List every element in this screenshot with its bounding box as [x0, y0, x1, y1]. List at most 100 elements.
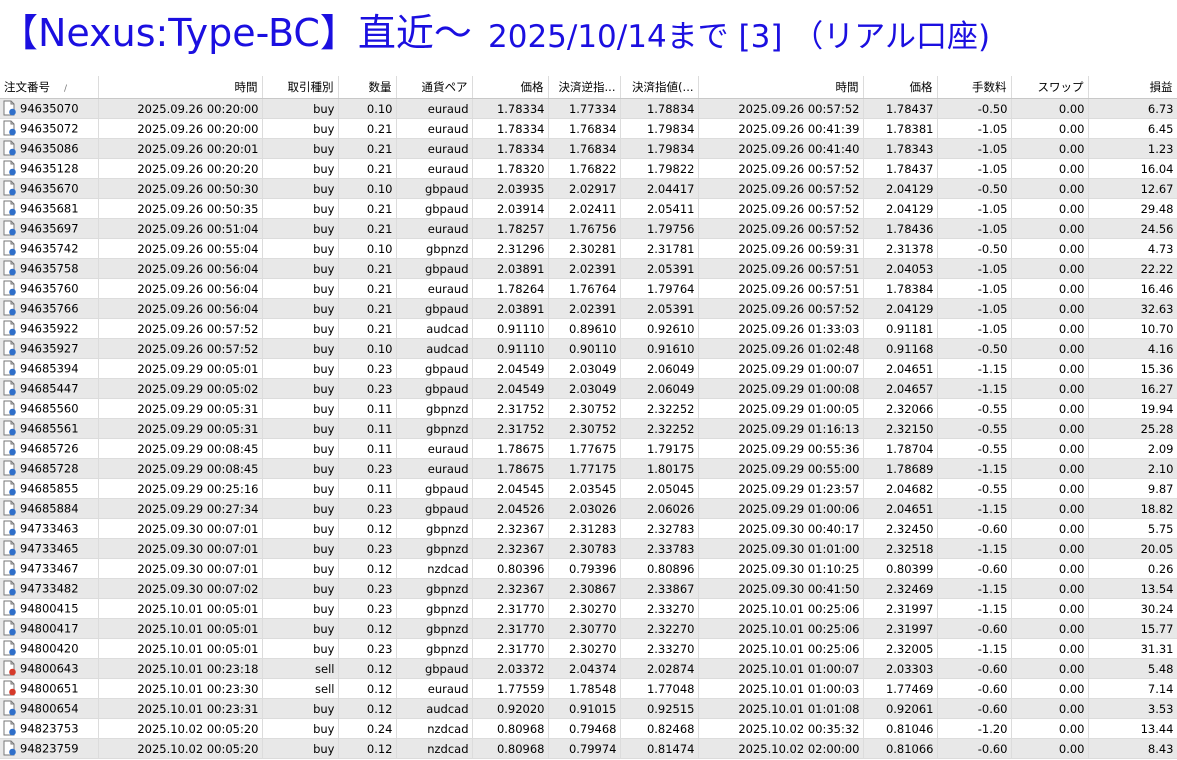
table-row[interactable]: 94685560 2025.09.29 00:05:31 buy 0.11 gbpnzd… — [0, 398, 1177, 419]
table-row[interactable]: 94800643 2025.10.01 00:23:18 sell 0.12 gbpau… — [0, 658, 1177, 679]
cell-swap: 0.00 — [1011, 578, 1089, 599]
table-row[interactable]: 94733482 2025.09.30 00:07:02 buy 0.23 gbpnzd… — [0, 578, 1177, 599]
cell-type: buy — [262, 598, 339, 619]
cell-type: buy — [262, 578, 339, 599]
column-header-open-time[interactable]: 時間 — [98, 76, 263, 99]
cell-open-time: 2025.10.01 00:05:01 — [98, 638, 263, 659]
cell-order-id: 94685728 — [0, 458, 99, 479]
cell-close-price: 1.78704 — [863, 438, 938, 459]
table-row[interactable]: 94635072 2025.09.26 00:20:00 buy 0.21 euraud… — [0, 118, 1177, 139]
table-row[interactable]: 94635922 2025.09.26 00:57:52 buy 0.21 audcad… — [0, 318, 1177, 339]
buy-order-icon — [2, 260, 17, 276]
table-row[interactable]: 94733467 2025.09.30 00:07:01 buy 0.12 nzdcad… — [0, 558, 1177, 579]
cell-open-time: 2025.10.01 00:05:01 — [98, 618, 263, 639]
cell-open-price: 1.78320 — [472, 158, 549, 179]
column-header-type[interactable]: 取引種別 — [262, 76, 339, 99]
cell-order-id: 94800643 — [0, 658, 99, 679]
cell-take-profit: 1.78834 — [620, 98, 699, 119]
table-row[interactable]: 94800417 2025.10.01 00:05:01 buy 0.12 gbpnzd… — [0, 618, 1177, 639]
cell-commission: -0.55 — [937, 478, 1012, 499]
table-row[interactable]: 94685394 2025.09.29 00:05:01 buy 0.23 gbpaud… — [0, 358, 1177, 379]
column-header-volume[interactable]: 数量 — [338, 76, 397, 99]
table-row[interactable]: 94823753 2025.10.02 00:05:20 buy 0.24 nzdcad… — [0, 718, 1177, 739]
column-header-order-id[interactable]: 注文番号 / — [0, 76, 99, 99]
cell-take-profit: 1.79834 — [620, 138, 699, 159]
cell-close-price: 1.78343 — [863, 138, 938, 159]
cell-open-price: 2.31752 — [472, 418, 549, 439]
table-row[interactable]: 94635128 2025.09.26 00:20:20 buy 0.21 euraud… — [0, 158, 1177, 179]
table-row[interactable]: 94635670 2025.09.26 00:50:30 buy 0.10 gbpaud… — [0, 178, 1177, 199]
cell-commission: -0.50 — [937, 98, 1012, 119]
table-header-row: 注文番号 / 時間 取引種別 数量 通貨ペア 価格 決済逆指... 決済指値(... 時間 価格 手数… — [0, 76, 1177, 99]
column-header-profit[interactable]: 損益 — [1088, 76, 1177, 99]
table-row[interactable]: 94685884 2025.09.29 00:27:34 buy 0.23 gbpaud… — [0, 498, 1177, 519]
table-row[interactable]: 94685728 2025.09.29 00:08:45 buy 0.23 euraud… — [0, 458, 1177, 479]
table-row[interactable]: 94733463 2025.09.30 00:07:01 buy 0.12 gbpnzd… — [0, 518, 1177, 539]
cell-profit: 13.44 — [1088, 718, 1177, 739]
cell-open-price: 2.04549 — [472, 358, 549, 379]
column-header-close-time[interactable]: 時間 — [698, 76, 864, 99]
cell-profit: 30.24 — [1088, 598, 1177, 619]
cell-close-price: 2.04129 — [863, 198, 938, 219]
cell-order-id: 94635697 — [0, 218, 99, 239]
table-row[interactable]: 94733465 2025.09.30 00:07:01 buy 0.23 gbpnzd… — [0, 538, 1177, 559]
cell-order-id: 94685561 — [0, 418, 99, 439]
cell-stop-loss: 1.76834 — [548, 138, 621, 159]
cell-commission: -0.60 — [937, 558, 1012, 579]
cell-profit: 5.75 — [1088, 518, 1177, 539]
column-header-close-price[interactable]: 価格 — [863, 76, 938, 99]
table-row[interactable]: 94635681 2025.09.26 00:50:35 buy 0.21 gbpaud… — [0, 198, 1177, 219]
table-row[interactable]: 94800420 2025.10.01 00:05:01 buy 0.23 gbpnzd… — [0, 638, 1177, 659]
cell-swap: 0.00 — [1011, 738, 1089, 759]
table-row[interactable]: 94635697 2025.09.26 00:51:04 buy 0.21 euraud… — [0, 218, 1177, 239]
column-header-stop-loss[interactable]: 決済逆指... — [548, 76, 621, 99]
table-row[interactable]: 94635760 2025.09.26 00:56:04 buy 0.21 euraud… — [0, 278, 1177, 299]
table-row[interactable]: 94635927 2025.09.26 00:57:52 buy 0.10 audcad… — [0, 338, 1177, 359]
column-header-take-profit[interactable]: 決済指値(... — [620, 76, 699, 99]
cell-symbol: gbpaud — [396, 198, 473, 219]
cell-take-profit: 2.06049 — [620, 378, 699, 399]
table-row[interactable]: 94800415 2025.10.01 00:05:01 buy 0.23 gbpnzd… — [0, 598, 1177, 619]
table-row[interactable]: 94823759 2025.10.02 00:05:20 buy 0.12 nzdcad… — [0, 738, 1177, 759]
column-header-open-price[interactable]: 価格 — [472, 76, 549, 99]
table-row[interactable]: 94635766 2025.09.26 00:56:04 buy 0.21 gbpaud… — [0, 298, 1177, 319]
cell-close-time: 2025.10.01 01:00:03 — [698, 678, 864, 699]
cell-volume: 0.21 — [338, 298, 397, 319]
table-row[interactable]: 94685855 2025.09.29 00:25:16 buy 0.11 gbpaud… — [0, 478, 1177, 499]
cell-swap: 0.00 — [1011, 338, 1089, 359]
cell-symbol: gbpaud — [396, 478, 473, 499]
cell-symbol: gbpaud — [396, 378, 473, 399]
trade-history-table: 注文番号 / 時間 取引種別 数量 通貨ペア 価格 決済逆指... 決済指値(... 時間 価格 手数… — [0, 76, 1177, 759]
column-header-commission[interactable]: 手数料 — [937, 76, 1012, 99]
cell-take-profit: 2.05411 — [620, 198, 699, 219]
table-row[interactable]: 94635758 2025.09.26 00:56:04 buy 0.21 gbpaud… — [0, 258, 1177, 279]
cell-stop-loss: 0.79396 — [548, 558, 621, 579]
table-row[interactable]: 94635086 2025.09.26 00:20:01 buy 0.21 euraud… — [0, 138, 1177, 159]
cell-stop-loss: 1.77175 — [548, 458, 621, 479]
cell-profit: 16.04 — [1088, 158, 1177, 179]
order-id-text: 94800643 — [20, 661, 79, 675]
cell-swap: 0.00 — [1011, 258, 1089, 279]
cell-close-price: 2.31997 — [863, 598, 938, 619]
table-row[interactable]: 94635070 2025.09.26 00:20:00 buy 0.10 euraud… — [0, 98, 1177, 119]
cell-take-profit: 1.79764 — [620, 278, 699, 299]
column-header-symbol[interactable]: 通貨ペア — [396, 76, 473, 99]
cell-stop-loss: 0.79468 — [548, 718, 621, 739]
cell-open-time: 2025.09.26 00:55:04 — [98, 238, 263, 259]
buy-order-icon — [2, 320, 17, 336]
cell-commission: -1.15 — [937, 378, 1012, 399]
column-header-swap[interactable]: スワップ — [1011, 76, 1089, 99]
cell-swap: 0.00 — [1011, 218, 1089, 239]
table-row[interactable]: 94800651 2025.10.01 00:23:30 sell 0.12 eurau… — [0, 678, 1177, 699]
table-row[interactable]: 94800654 2025.10.01 00:23:31 buy 0.12 audcad… — [0, 698, 1177, 719]
cell-order-id: 94823759 — [0, 738, 99, 759]
table-row[interactable]: 94685726 2025.09.29 00:08:45 buy 0.11 euraud… — [0, 438, 1177, 459]
table-row[interactable]: 94685447 2025.09.29 00:05:02 buy 0.23 gbpaud… — [0, 378, 1177, 399]
order-id-text: 94685728 — [20, 461, 79, 475]
table-row[interactable]: 94685561 2025.09.29 00:05:31 buy 0.11 gbpnzd… — [0, 418, 1177, 439]
column-header-label: 通貨ペア — [421, 80, 468, 94]
cell-type: buy — [262, 618, 339, 639]
cell-take-profit: 2.04417 — [620, 178, 699, 199]
table-row[interactable]: 94635742 2025.09.26 00:55:04 buy 0.10 gbpnzd… — [0, 238, 1177, 259]
cell-swap: 0.00 — [1011, 98, 1089, 119]
